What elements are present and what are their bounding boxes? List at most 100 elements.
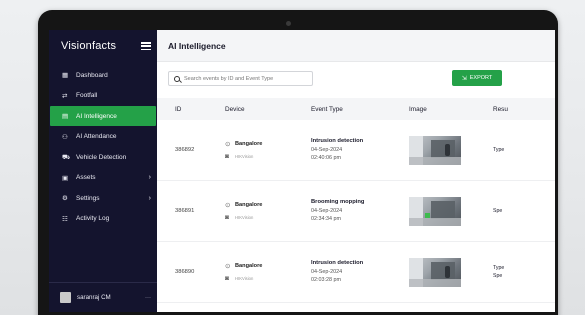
sidebar-item-ai-intelligence[interactable]: ▤ AI Intelligence (50, 106, 156, 126)
ai-intelligence-icon: ▤ (62, 113, 69, 120)
sidebar-item-label: Settings (76, 194, 100, 202)
camera-icon: ◙ (225, 274, 229, 282)
result-text-secondary: Spe (493, 273, 503, 279)
device-cell: ⊙ Bangalore ◙ HIKVision (225, 260, 311, 284)
event-time: 02:40:06 pm (311, 155, 341, 161)
event-id: 386891 (175, 208, 195, 214)
event-type: Brooming mopping (311, 199, 365, 205)
result-cell: Type (493, 146, 513, 154)
assets-icon: ▣ (62, 174, 69, 182)
table-row[interactable]: 386892 ⊙ Bangalore ◙ HIKVision Intrusion d… (157, 120, 555, 181)
device-camera: HIKVision (235, 153, 254, 159)
result-text: Type (493, 147, 505, 153)
laptop-frame: Visionfacts ▦ Dashboard ⇄ Footfall ▤ AI … (38, 10, 558, 315)
sidebar-item-vehicle-detection[interactable]: ⛟ Vehicle Detection (49, 147, 157, 167)
page-title: AI Intelligence (168, 40, 226, 51)
chevron-right-icon: › (148, 174, 151, 181)
chevron-right-icon: › (148, 194, 151, 202)
avatar (60, 292, 71, 303)
image-cell (409, 196, 493, 226)
column-header-result[interactable]: Resu (493, 106, 523, 113)
brand-bar: Visionfacts (49, 30, 157, 62)
result-text: Spe (493, 208, 503, 214)
event-type: Intrusion detection (311, 260, 364, 266)
event-id: 386890 (175, 269, 195, 275)
search-icon (174, 75, 180, 82)
sidebar-item-label: Activity Log (76, 215, 110, 222)
event-cell: Intrusion detection 04-Sep-2024 02:40:06… (311, 138, 409, 162)
settings-icon: ⚙ (62, 195, 68, 202)
sidebar-item-label: AI Attendance (76, 133, 117, 140)
user-profile[interactable]: saranraj CM ··· (49, 282, 157, 312)
sidebar-item-assets[interactable]: ▣ Assets › (49, 168, 157, 188)
column-header-id[interactable]: ID (157, 106, 225, 113)
sidebar-item-dashboard[interactable]: ▦ Dashboard (49, 65, 157, 85)
image-cell (409, 135, 493, 165)
menu-toggle-icon[interactable] (141, 42, 151, 50)
search-box[interactable] (168, 71, 313, 86)
column-header-device[interactable]: Device (225, 106, 311, 113)
footfall-icon: ⇄ (62, 92, 68, 100)
event-thumbnail[interactable] (409, 196, 461, 226)
location-pin-icon: ⊙ (225, 263, 231, 270)
device-location: Bangalore (235, 202, 263, 208)
page-header: AI Intelligence (157, 30, 555, 62)
sidebar-item-ai-attendance[interactable]: ⚇ AI Attendance (49, 127, 157, 147)
more-options-icon[interactable]: ··· (145, 295, 151, 301)
column-header-event-type[interactable]: Event Type (311, 106, 409, 113)
export-icon: ⇲ (461, 75, 467, 82)
attendance-icon: ⚇ (62, 133, 68, 141)
result-cell: Type Spe (493, 264, 513, 280)
brand-logo: Visionfacts (61, 40, 117, 52)
export-label: EXPORT (469, 75, 493, 81)
event-id: 386892 (175, 147, 195, 153)
column-header-image[interactable]: Image (409, 106, 493, 113)
event-date: 04-Sep-2024 (311, 269, 343, 275)
webcam (286, 21, 291, 26)
table-row[interactable]: 386891 ⊙ Bangalore ◙ HIKVision Brooming mo… (157, 181, 555, 242)
user-name: saranraj CM (77, 294, 111, 301)
camera-icon: ◙ (225, 152, 229, 160)
device-location: Bangalore (235, 263, 263, 269)
sidebar-item-label: Dashboard (76, 71, 108, 79)
main-content: AI Intelligence ⇲ EXPORT ID Device Event… (157, 30, 555, 312)
table-header: ID Device Event Type Image Resu (157, 98, 555, 120)
sidebar-item-label: AI Intelligence (76, 112, 117, 120)
device-camera: HIKVision (235, 214, 254, 220)
result-cell: Spe (493, 207, 513, 215)
event-date: 04-Sep-2024 (311, 147, 343, 153)
event-cell: Brooming mopping 04-Sep-2024 02:34:34 pm (311, 199, 409, 223)
sidebar-item-activity-log[interactable]: ☷ Activity Log (49, 209, 157, 229)
image-cell (409, 257, 493, 287)
device-camera: HIKVision (235, 275, 254, 281)
activity-log-icon: ☷ (62, 215, 68, 223)
location-pin-icon: ⊙ (225, 141, 231, 148)
sidebar-item-label: Vehicle Detection (76, 153, 127, 161)
search-input[interactable] (184, 75, 304, 82)
device-location: Bangalore (235, 141, 263, 147)
events-table: ID Device Event Type Image Resu 386892 ⊙… (157, 98, 555, 303)
event-time: 02:34:34 pm (311, 216, 341, 222)
sidebar-item-settings[interactable]: ⚙ Settings › (49, 188, 157, 208)
table-row[interactable]: 386890 ⊙ Bangalore ◙ HIKVision Intrusion d… (157, 242, 555, 303)
camera-icon: ◙ (225, 213, 229, 221)
toolbar: ⇲ EXPORT (157, 62, 555, 98)
event-time: 02:03:28 pm (311, 277, 341, 283)
event-date: 04-Sep-2024 (311, 208, 343, 214)
event-cell: Intrusion detection 04-Sep-2024 02:03:28… (311, 260, 409, 284)
sidebar-item-label: Footfall (76, 92, 98, 99)
sidebar-item-footfall[interactable]: ⇄ Footfall (49, 86, 157, 106)
event-thumbnail[interactable] (409, 257, 461, 287)
sidebar-nav: ▦ Dashboard ⇄ Footfall ▤ AI Intelligence… (49, 65, 157, 229)
device-cell: ⊙ Bangalore ◙ HIKVision (225, 199, 311, 223)
event-thumbnail[interactable] (409, 135, 461, 165)
app-screen: Visionfacts ▦ Dashboard ⇄ Footfall ▤ AI … (49, 30, 555, 312)
grid-icon: ▦ (62, 72, 69, 79)
result-text: Type (493, 265, 505, 271)
device-cell: ⊙ Bangalore ◙ HIKVision (225, 138, 311, 162)
export-button[interactable]: ⇲ EXPORT (452, 70, 502, 86)
sidebar: Visionfacts ▦ Dashboard ⇄ Footfall ▤ AI … (49, 30, 157, 312)
vehicle-icon: ⛟ (62, 153, 71, 161)
location-pin-icon: ⊙ (225, 202, 231, 209)
sidebar-item-label: Assets (76, 174, 96, 181)
